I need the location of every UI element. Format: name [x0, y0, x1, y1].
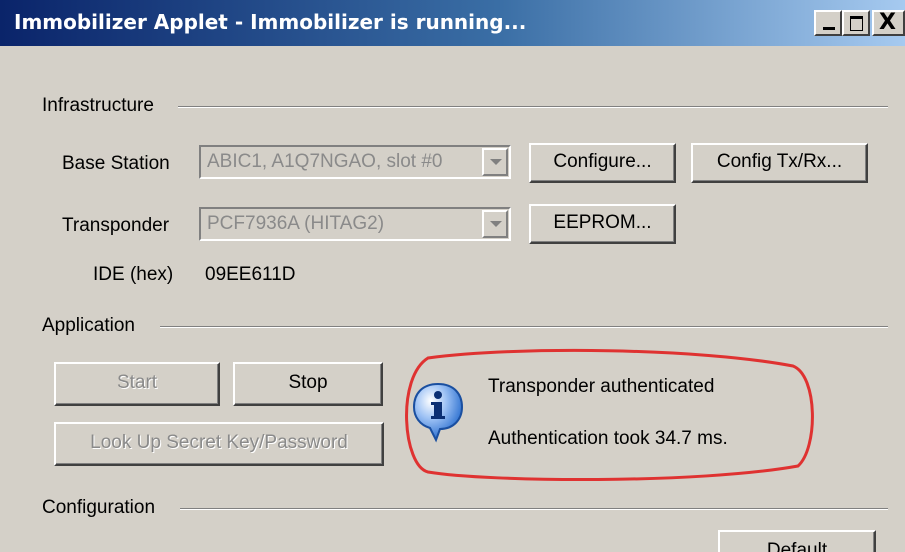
chevron-down-icon — [490, 159, 502, 165]
ide-label: IDE (hex) — [93, 264, 174, 285]
base-station-value: ABIC1, A1Q7NGAO, slot #0 — [207, 151, 443, 172]
minimize-button[interactable] — [814, 10, 842, 36]
base-station-select[interactable]: ABIC1, A1Q7NGAO, slot #0 — [199, 145, 511, 179]
maximize-icon — [850, 16, 863, 31]
message-line-2: Authentication took 34.7 ms. — [488, 428, 728, 449]
immobilizer-window: Immobilizer Applet - Immobilizer is runn… — [0, 0, 905, 552]
configuration-divider — [180, 508, 888, 510]
stop-button-label: Stop — [288, 372, 328, 393]
configuration-group-label: Configuration — [42, 497, 156, 518]
infrastructure-divider — [178, 106, 888, 108]
configure-button[interactable]: Configure... — [529, 143, 676, 183]
application-group-label: Application — [42, 315, 135, 336]
message-line-1: Transponder authenticated — [488, 376, 715, 397]
window-title: Immobilizer Applet - Immobilizer is runn… — [14, 10, 527, 34]
configure-button-label: Configure... — [553, 151, 652, 172]
transponder-label: Transponder — [62, 215, 170, 236]
start-button-label: Start — [116, 372, 158, 393]
stop-button[interactable]: Stop — [233, 362, 383, 406]
close-icon: X — [879, 10, 896, 35]
minimize-icon — [823, 27, 835, 30]
application-divider — [160, 326, 888, 328]
lookup-secret-key-button[interactable]: Look Up Secret Key/Password — [54, 422, 384, 466]
info-icon — [412, 382, 464, 443]
eeprom-button-label: EEPROM... — [553, 212, 652, 233]
infrastructure-group-label: Infrastructure — [42, 95, 154, 116]
lookup-secret-key-button-label: Look Up Secret Key/Password — [90, 432, 348, 453]
transponder-dropdown-button[interactable] — [482, 210, 508, 238]
close-button[interactable]: X — [872, 10, 905, 36]
base-station-dropdown-button[interactable] — [482, 148, 508, 176]
title-bar[interactable]: Immobilizer Applet - Immobilizer is runn… — [0, 0, 905, 46]
chevron-down-icon — [490, 221, 502, 227]
default-button-label: Default — [766, 540, 828, 552]
config-txrx-button[interactable]: Config Tx/Rx... — [691, 143, 868, 183]
config-txrx-button-label: Config Tx/Rx... — [716, 151, 843, 172]
ide-value: 09EE611D — [205, 264, 296, 285]
maximize-button[interactable] — [842, 10, 870, 36]
base-station-label: Base Station — [62, 153, 170, 174]
start-button[interactable]: Start — [54, 362, 220, 406]
eeprom-button[interactable]: EEPROM... — [529, 204, 676, 244]
transponder-select[interactable]: PCF7936A (HITAG2) — [199, 207, 511, 241]
transponder-value: PCF7936A (HITAG2) — [207, 213, 385, 234]
default-button[interactable]: Default — [718, 530, 876, 552]
